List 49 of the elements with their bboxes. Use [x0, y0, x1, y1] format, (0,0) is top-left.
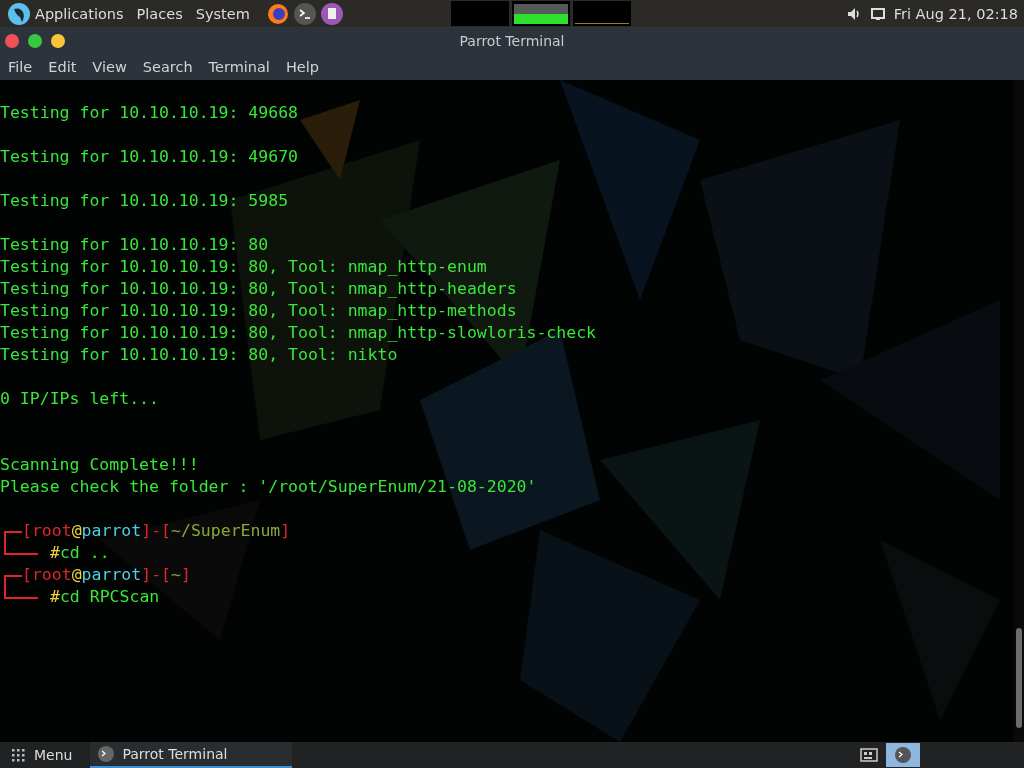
menu-item[interactable]: Search [142, 59, 193, 75]
menu-button[interactable]: Menu [0, 747, 91, 763]
grid-icon [10, 747, 26, 763]
keyboard-icon[interactable] [860, 747, 878, 763]
terminal-output-line: Testing for 10.10.10.19: 80, Tool: nmap_http-enum [0, 256, 487, 278]
terminal-output-line: Testing for 10.10.10.19: 49670 [0, 146, 298, 168]
panel-menu[interactable]: System [195, 5, 250, 22]
clock[interactable]: Fri Aug 21, 02:18 [893, 5, 1018, 22]
terminal-output-line: Testing for 10.10.10.19: 80, Tool: nmap_http-headers [0, 278, 517, 300]
scrollbar[interactable] [1014, 80, 1024, 742]
cpu-graph-icon [450, 1, 509, 26]
scroll-thumb[interactable] [1016, 628, 1022, 728]
command-line: #cd .. [50, 542, 110, 564]
terminal-output-line: Testing for 10.10.10.19: 80, Tool: nmap_http-slowloris-check [0, 322, 597, 344]
terminal-output-line: Testing for 10.10.10.19: 80, Tool: nikto [0, 344, 398, 366]
menu-item[interactable]: View [92, 59, 127, 75]
terminal-icon [895, 747, 911, 763]
maximize-button[interactable] [28, 33, 42, 48]
terminal-output-line: Testing for 10.10.10.19: 49668 [0, 102, 298, 124]
panel-menu[interactable]: Places [136, 5, 183, 22]
menu-item[interactable]: File [8, 59, 33, 75]
terminal-output-line: Testing for 10.10.10.19: 80, Tool: nmap_http-methods [0, 300, 517, 322]
menu-item[interactable]: Terminal [208, 59, 270, 75]
terminal-output-line: Scanning Complete!!! [0, 454, 199, 476]
text-editor-icon[interactable] [320, 2, 343, 25]
browser-icon[interactable] [266, 2, 289, 25]
panel-menu[interactable]: Applications [35, 5, 124, 22]
terminal-icon[interactable] [293, 2, 316, 25]
command-line: #cd RPCScan [50, 586, 160, 608]
terminal-output-line: Please check the folder : '/root/SuperEnum/21-08-2020' [0, 476, 537, 498]
terminal-output-line: Testing for 10.10.10.19: 5985 [0, 190, 289, 212]
terminal-tray-button[interactable] [886, 743, 920, 767]
memory-graph-icon [511, 1, 570, 26]
terminal-output-line: 0 IP/IPs left... [0, 388, 159, 410]
bird-logo-icon[interactable] [8, 2, 30, 25]
close-button[interactable] [5, 33, 19, 48]
prompt-line: [root@parrot]-[~] [22, 564, 191, 586]
menu-item[interactable]: Help [285, 59, 319, 75]
menu-label: Menu [34, 747, 73, 763]
network-graph-icon [572, 1, 631, 26]
terminal-output-line: Testing for 10.10.10.19: 80 [0, 234, 269, 256]
monitor-icon[interactable] [869, 5, 886, 22]
task-label: Parrot Terminal [122, 746, 228, 762]
minimize-button[interactable] [51, 33, 65, 48]
taskbar-task[interactable]: Parrot Terminal [90, 742, 293, 768]
prompt-line: [root@parrot]-[~/SuperEnum] [22, 520, 291, 542]
window-title: Parrot Terminal [459, 32, 565, 49]
terminal-icon [98, 746, 115, 762]
menu-item[interactable]: Edit [48, 59, 77, 75]
